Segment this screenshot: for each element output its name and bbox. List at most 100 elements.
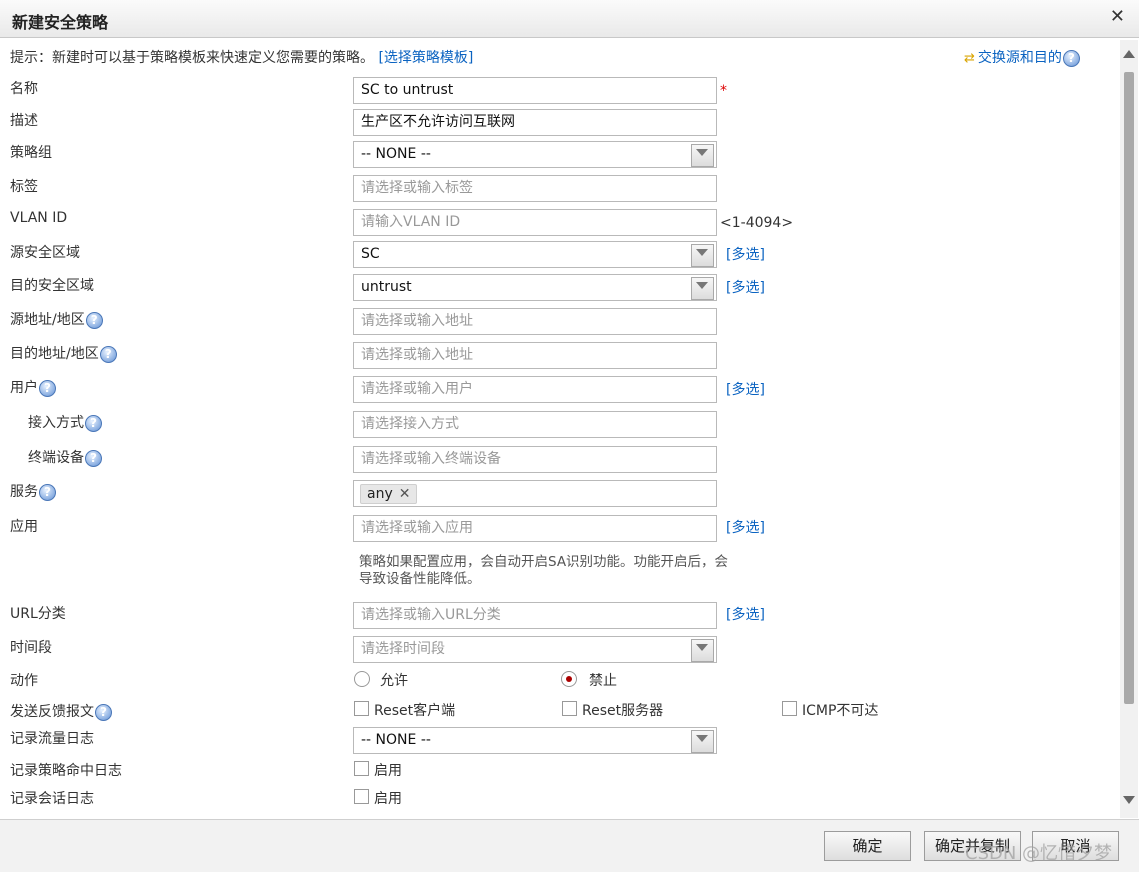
label-src-addr: 源地址/地区? xyxy=(10,309,103,329)
label-tag: 标签 xyxy=(10,179,38,195)
swap-source-dest-link[interactable]: ⇄ 交换源和目的? xyxy=(964,47,1080,67)
swap-label: 交换源和目的 xyxy=(977,50,1062,66)
label-time: 时间段 xyxy=(10,640,52,656)
label-feedback-text: 发送反馈报文 xyxy=(10,704,94,720)
action-permit-label: 允许 xyxy=(380,673,408,689)
help-icon[interactable]: ? xyxy=(95,703,112,721)
help-icon[interactable]: ? xyxy=(39,483,56,501)
dst-addr-input[interactable]: 请选择或输入地址 xyxy=(353,342,717,369)
desc-input[interactable]: 生产区不允许访问互联网 xyxy=(353,109,717,136)
session-log-checkbox[interactable] xyxy=(354,789,369,804)
url-multi-link[interactable]: [多选] xyxy=(726,604,765,624)
action-deny-label: 禁止 xyxy=(589,673,617,689)
label-vlan: VLAN ID xyxy=(10,210,68,226)
swap-icon: ⇄ xyxy=(964,51,975,66)
watermark: CSDN @忆惜夕梦 xyxy=(965,843,1113,864)
hit-log-enable-label: 启用 xyxy=(374,763,402,779)
reset-server-label: Reset服务器 xyxy=(582,703,664,719)
label-name: 名称 xyxy=(10,81,38,97)
icmp-unreachable-checkbox[interactable] xyxy=(782,701,797,716)
dialog-titlebar: 新建安全策略 ✕ xyxy=(0,0,1139,38)
src-zone-value: SC xyxy=(361,246,380,262)
label-url: URL分类 xyxy=(10,606,66,622)
reset-client-checkbox[interactable] xyxy=(354,701,369,716)
app-input[interactable]: 请选择或输入应用 xyxy=(353,515,717,542)
action-deny-radio[interactable] xyxy=(561,671,577,687)
app-multi-link[interactable]: [多选] xyxy=(726,517,765,537)
src-addr-input[interactable]: 请选择或输入地址 xyxy=(353,308,717,335)
traffic-log-value: -- NONE -- xyxy=(361,732,431,748)
hint-row: 提示：新建时可以基于策略模板来快速定义您需要的策略。 [选择策略模板] xyxy=(10,47,473,67)
label-desc: 描述 xyxy=(10,113,38,129)
help-icon[interactable]: ? xyxy=(99,345,117,363)
label-app: 应用 xyxy=(10,519,38,535)
select-template-link[interactable]: [选择策略模板] xyxy=(378,50,473,66)
reset-client-label: Reset客户端 xyxy=(374,703,456,719)
app-note: 策略如果配置应用，会自动开启SA识别功能。功能开启后，会导致设备性能降低。 xyxy=(359,554,729,587)
user-input[interactable]: 请选择或输入用户 xyxy=(353,376,717,403)
label-src-addr-text: 源地址/地区 xyxy=(10,312,85,328)
traffic-log-select[interactable]: -- NONE -- xyxy=(353,727,717,754)
help-icon[interactable]: ? xyxy=(39,379,56,397)
remove-tag-icon[interactable]: ✕ xyxy=(399,486,411,502)
hint-text: 提示：新建时可以基于策略模板来快速定义您需要的策略。 xyxy=(10,50,374,66)
label-service: 服务? xyxy=(10,481,56,501)
vlan-input[interactable]: 请输入VLAN ID xyxy=(353,209,717,236)
action-permit-radio[interactable] xyxy=(354,671,370,687)
label-dst-addr-text: 目的地址/地区 xyxy=(10,346,99,362)
service-input[interactable]: any ✕ xyxy=(353,480,717,507)
chevron-down-icon xyxy=(696,282,708,289)
access-input[interactable]: 请选择接入方式 xyxy=(353,411,717,438)
help-icon[interactable]: ? xyxy=(85,449,102,467)
scroll-up-icon[interactable] xyxy=(1123,50,1135,58)
icmp-unreachable-label: ICMP不可达 xyxy=(802,703,879,719)
dialog-title: 新建安全策略 xyxy=(12,13,109,32)
ok-button[interactable]: 确定 xyxy=(824,831,911,861)
src-zone-multi-link[interactable]: [多选] xyxy=(726,244,765,264)
close-icon[interactable]: ✕ xyxy=(1110,7,1125,27)
label-access: 接入方式? xyxy=(28,412,102,432)
label-dst-zone: 目的安全区域 xyxy=(10,278,94,294)
name-input[interactable]: SC to untrust xyxy=(353,77,717,104)
vlan-range-hint: <1-4094> xyxy=(720,215,794,231)
session-log-enable-label: 启用 xyxy=(374,791,402,807)
label-action: 动作 xyxy=(10,673,38,689)
terminal-input[interactable]: 请选择或输入终端设备 xyxy=(353,446,717,473)
src-zone-select[interactable]: SC xyxy=(353,241,717,268)
group-select[interactable]: -- NONE -- xyxy=(353,141,717,168)
service-tag-label: any xyxy=(367,486,393,502)
user-multi-link[interactable]: [多选] xyxy=(726,379,765,399)
chevron-down-icon xyxy=(696,735,708,742)
tag-input[interactable]: 请选择或输入标签 xyxy=(353,175,717,202)
service-tag: any ✕ xyxy=(360,484,418,504)
label-dst-addr: 目的地址/地区? xyxy=(10,343,117,363)
label-session-log: 记录会话日志 xyxy=(10,791,94,807)
label-terminal: 终端设备? xyxy=(28,447,102,467)
reset-server-checkbox[interactable] xyxy=(562,701,577,716)
label-group: 策略组 xyxy=(10,145,52,161)
help-icon[interactable]: ? xyxy=(85,414,102,432)
label-traffic-log: 记录流量日志 xyxy=(10,731,94,747)
time-select[interactable]: 请选择时间段 xyxy=(353,636,717,663)
dst-zone-select[interactable]: untrust xyxy=(353,274,717,301)
group-select-value: -- NONE -- xyxy=(361,146,431,162)
label-user-text: 用户 xyxy=(10,380,38,396)
hit-log-checkbox[interactable] xyxy=(354,761,369,776)
chevron-down-icon xyxy=(696,644,708,651)
label-feedback: 发送反馈报文? xyxy=(10,701,112,721)
label-hit-log: 记录策略命中日志 xyxy=(10,763,122,779)
help-icon[interactable]: ? xyxy=(85,311,103,329)
label-src-zone: 源安全区域 xyxy=(10,245,80,261)
dst-zone-multi-link[interactable]: [多选] xyxy=(726,277,765,297)
url-input[interactable]: 请选择或输入URL分类 xyxy=(353,602,717,629)
label-access-text: 接入方式 xyxy=(28,415,84,431)
scroll-down-icon[interactable] xyxy=(1123,796,1135,804)
time-select-value: 请选择时间段 xyxy=(361,641,445,657)
help-icon[interactable]: ? xyxy=(1062,49,1080,67)
label-service-text: 服务 xyxy=(10,484,38,500)
chevron-down-icon xyxy=(696,149,708,156)
dst-zone-value: untrust xyxy=(361,279,412,295)
label-user: 用户? xyxy=(10,377,56,397)
scrollbar-thumb[interactable] xyxy=(1124,72,1134,704)
required-mark: * xyxy=(720,83,727,99)
